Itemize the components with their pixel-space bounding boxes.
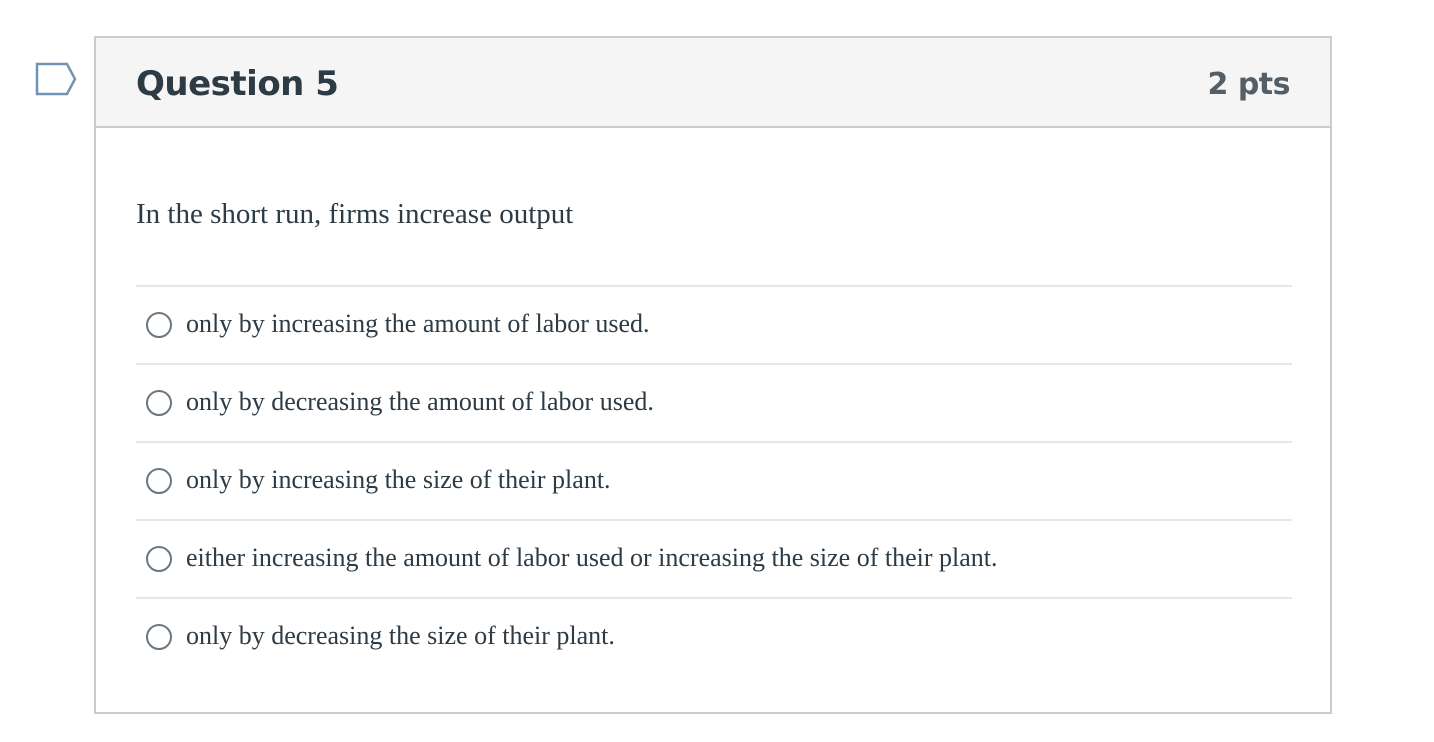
question-card: Question 5 2 pts In the short run, firms… xyxy=(94,36,1332,714)
answer-label[interactable]: only by decreasing the amount of labor u… xyxy=(186,382,654,422)
answer-option[interactable]: only by increasing the amount of labor u… xyxy=(136,287,1292,365)
answer-radio[interactable] xyxy=(146,546,172,572)
answer-label[interactable]: only by increasing the amount of labor u… xyxy=(186,304,650,344)
answer-option[interactable]: only by decreasing the size of their pla… xyxy=(136,599,1292,675)
answer-option[interactable]: either increasing the amount of labor us… xyxy=(136,521,1292,599)
answer-radio[interactable] xyxy=(146,624,172,650)
answer-radio[interactable] xyxy=(146,468,172,494)
answer-list: only by increasing the amount of labor u… xyxy=(136,285,1292,675)
answer-option[interactable]: only by decreasing the amount of labor u… xyxy=(136,365,1292,443)
answer-label[interactable]: only by increasing the size of their pla… xyxy=(186,460,611,500)
answer-option[interactable]: only by increasing the size of their pla… xyxy=(136,443,1292,521)
flag-question-icon[interactable] xyxy=(35,62,77,98)
question-title: Question 5 xyxy=(136,64,339,104)
question-points: 2 pts xyxy=(1207,67,1291,102)
answer-radio[interactable] xyxy=(146,390,172,416)
answer-label[interactable]: only by decreasing the size of their pla… xyxy=(186,616,615,656)
answer-radio[interactable] xyxy=(146,312,172,338)
question-text: In the short run, firms increase output xyxy=(136,198,574,230)
question-header: Question 5 2 pts xyxy=(96,38,1330,128)
answer-label[interactable]: either increasing the amount of labor us… xyxy=(186,538,998,578)
